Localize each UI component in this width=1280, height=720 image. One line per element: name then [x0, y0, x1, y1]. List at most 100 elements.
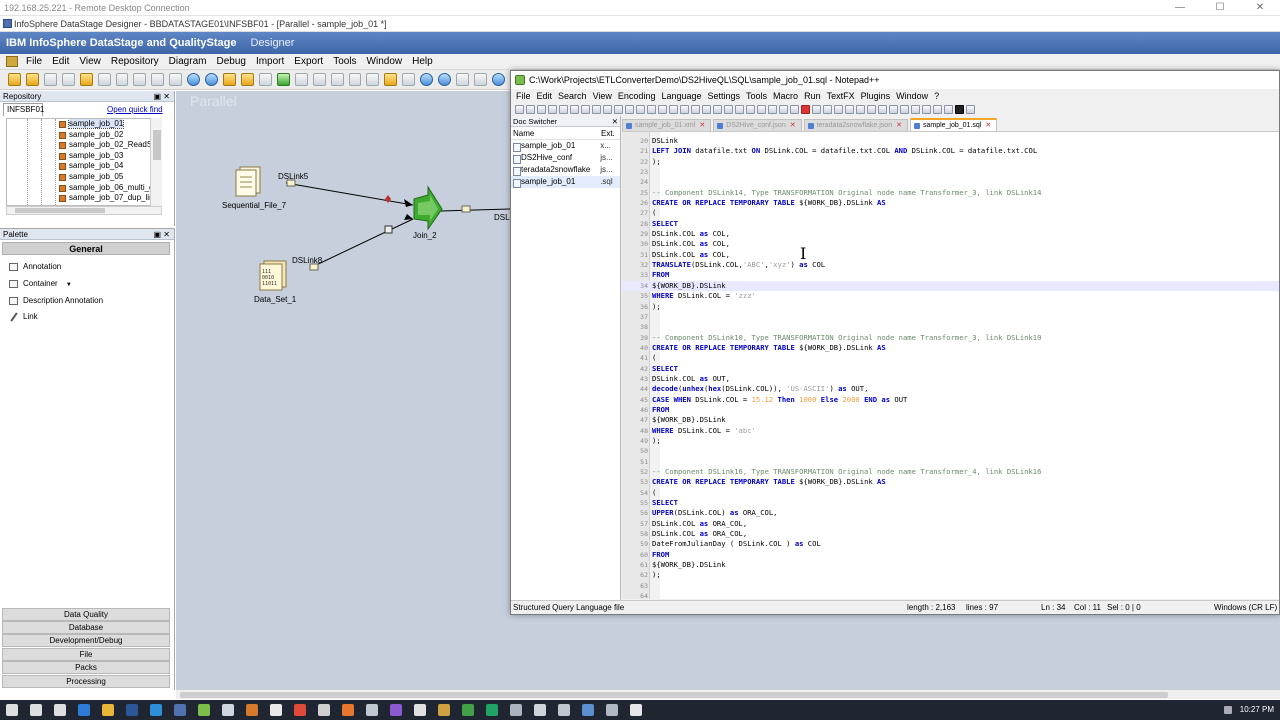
copy-icon[interactable] — [115, 73, 129, 86]
code-line[interactable]: 60 FROM — [622, 550, 1279, 560]
sync-h-icon[interactable] — [702, 105, 711, 114]
palette-category-database[interactable]: Database — [2, 621, 170, 634]
canvas-horizontal-scrollbar[interactable] — [176, 689, 1280, 699]
taskbar-clock[interactable]: 10:27 PM — [1240, 700, 1274, 720]
menu-view[interactable]: View — [74, 56, 106, 67]
tab-sample-job-01-sql[interactable]: sample_job_01.sql ✕ — [909, 118, 998, 131]
browser-icon[interactable] — [294, 704, 306, 716]
npp-menu-macro[interactable]: Macro — [770, 91, 801, 101]
app-icon[interactable] — [270, 704, 282, 716]
palette-item-annotation[interactable]: Annotation — [8, 260, 61, 274]
tab-ds2hive-conf-json[interactable]: DS2Hive_conf.json ✕ — [713, 119, 802, 131]
open-icon[interactable] — [526, 105, 535, 114]
ftp-icon[interactable] — [246, 704, 258, 716]
stage-label-data-set[interactable]: Data_Set_1 — [254, 295, 296, 304]
code-line[interactable]: 51 — [622, 457, 1279, 467]
app2-icon[interactable] — [366, 704, 378, 716]
code-line[interactable]: 53 CREATE OR REPLACE TEMPORARY TABLE ${WO… — [622, 477, 1279, 487]
code-line[interactable]: 56 UPPER(DSLink.COL) as ORA_COL, — [622, 508, 1279, 518]
doc-switcher-row[interactable]: sample_job_01 x... — [511, 140, 620, 152]
stop-icon[interactable] — [812, 105, 821, 114]
designer-icon[interactable] — [174, 704, 186, 716]
menu-window[interactable]: Window — [362, 56, 408, 67]
multi-compile-icon[interactable] — [240, 73, 254, 86]
code-line[interactable]: 48 WHERE DSLink.COL = 'abc' — [622, 426, 1279, 436]
annotation-icon[interactable] — [384, 73, 398, 86]
save-icon[interactable] — [43, 73, 57, 86]
undo-icon[interactable] — [151, 73, 165, 86]
find-icon[interactable] — [647, 105, 656, 114]
palette-category-data-quality[interactable]: Data Quality — [2, 608, 170, 621]
code-line[interactable]: 27 ( — [622, 208, 1279, 218]
repository-tree-item[interactable]: sample_job_04 — [7, 161, 161, 172]
doc-map-icon[interactable] — [757, 105, 766, 114]
npp-menu-plugins[interactable]: Plugins — [858, 91, 894, 101]
column-name[interactable]: Name — [511, 127, 601, 139]
code-line[interactable]: 39 -- Component DSLink10, Type TRANSFORMA… — [622, 333, 1279, 343]
palette-icon[interactable] — [330, 73, 344, 86]
menu-export[interactable]: Export — [289, 56, 328, 67]
npp-menu-encoding[interactable]: Encoding — [615, 91, 659, 101]
code-line[interactable]: 40 CREATE OR REPLACE TEMPORARY TABLE ${WO… — [622, 343, 1279, 353]
plugin1-icon[interactable] — [856, 105, 865, 114]
all-chars-icon[interactable] — [724, 105, 733, 114]
tree-vertical-scrollbar[interactable] — [150, 118, 162, 206]
code-line[interactable]: 26 CREATE OR REPLACE TEMPORARY TABLE ${WO… — [622, 198, 1279, 208]
code-line[interactable]: 29 DSLink.COL as COL, — [622, 229, 1279, 239]
visual-studio-icon[interactable] — [390, 704, 402, 716]
code-line[interactable]: 41 ( — [622, 353, 1279, 363]
mail-icon[interactable] — [318, 704, 330, 716]
app3-icon[interactable] — [438, 704, 450, 716]
palette-item-link[interactable]: Link — [8, 310, 38, 324]
code-line[interactable]: 47 ${WORK_DB}.DSLink — [622, 415, 1279, 425]
npp-menu-run[interactable]: Run — [801, 91, 824, 101]
job-properties-icon[interactable] — [258, 73, 272, 86]
snap-icon[interactable] — [366, 73, 380, 86]
zoom-out-icon[interactable] — [680, 105, 689, 114]
monitor-icon[interactable] — [790, 105, 799, 114]
close-icon[interactable]: ✕ — [790, 122, 796, 129]
chrome-icon[interactable] — [462, 704, 474, 716]
compile-icon[interactable] — [223, 73, 236, 86]
udl-icon[interactable] — [746, 105, 755, 114]
code-line[interactable]: 32 TRANSLATE(DSLink.COL,'ABC','xyz') as C… — [622, 260, 1279, 270]
code-line[interactable]: 36); — [622, 302, 1279, 312]
save-icon[interactable] — [537, 105, 546, 114]
close-icon[interactable] — [559, 105, 568, 114]
excel-icon[interactable] — [486, 704, 498, 716]
app6-icon[interactable] — [558, 704, 570, 716]
cut-icon[interactable] — [97, 73, 111, 86]
run-icon[interactable] — [276, 73, 290, 86]
properties-icon[interactable] — [79, 73, 93, 86]
doc-switcher-row-selected[interactable]: sample_job_01 .sql — [511, 176, 620, 188]
task-view-icon[interactable] — [54, 704, 66, 716]
pane-close-icon[interactable]: ▣ ✕ — [154, 229, 170, 240]
code-line[interactable]: 25 -- Component DSLink14, Type TRANSFORMA… — [622, 188, 1279, 198]
code-line[interactable]: 31 DSLink.COL as COL, — [622, 250, 1279, 260]
plugin7-icon[interactable] — [922, 105, 931, 114]
tray-icon[interactable] — [1224, 706, 1232, 714]
search-icon[interactable] — [30, 704, 42, 716]
npp-menu-view[interactable]: View — [590, 91, 615, 101]
palette-item-container[interactable]: Container ▼ — [8, 277, 72, 291]
repository-tree-item[interactable]: sample_job_03 — [7, 151, 161, 162]
app4-icon[interactable] — [510, 704, 522, 716]
stage-label-sequential-file[interactable]: Sequential_File_7 — [222, 201, 286, 210]
code-line[interactable]: 49); — [622, 436, 1279, 446]
plugin5-icon[interactable] — [900, 105, 909, 114]
code-line[interactable]: 20 DSLink — [622, 136, 1279, 146]
code-line[interactable]: 22); — [622, 157, 1279, 167]
scroll-thumb[interactable] — [180, 692, 1168, 698]
tab-teradata2snowflake-json[interactable]: teradata2snowflake.json ✕ — [803, 119, 908, 131]
menu-import[interactable]: Import — [251, 56, 289, 67]
code-line[interactable]: 63 — [622, 581, 1279, 591]
zoom-out-icon[interactable] — [438, 73, 452, 86]
print-icon[interactable] — [581, 105, 590, 114]
play-multi-icon[interactable] — [834, 105, 843, 114]
code-line[interactable]: 44 decode(unhex(hex(DSLink.COL)), 'US-ASC… — [622, 384, 1279, 394]
close-icon[interactable]: ✕ — [699, 122, 705, 129]
notepadpp-icon[interactable] — [198, 704, 210, 716]
npp-menu-edit[interactable]: Edit — [534, 91, 556, 101]
menu-edit[interactable]: Edit — [47, 56, 74, 67]
link-label-dslink5[interactable]: DSLink5 — [278, 172, 308, 181]
